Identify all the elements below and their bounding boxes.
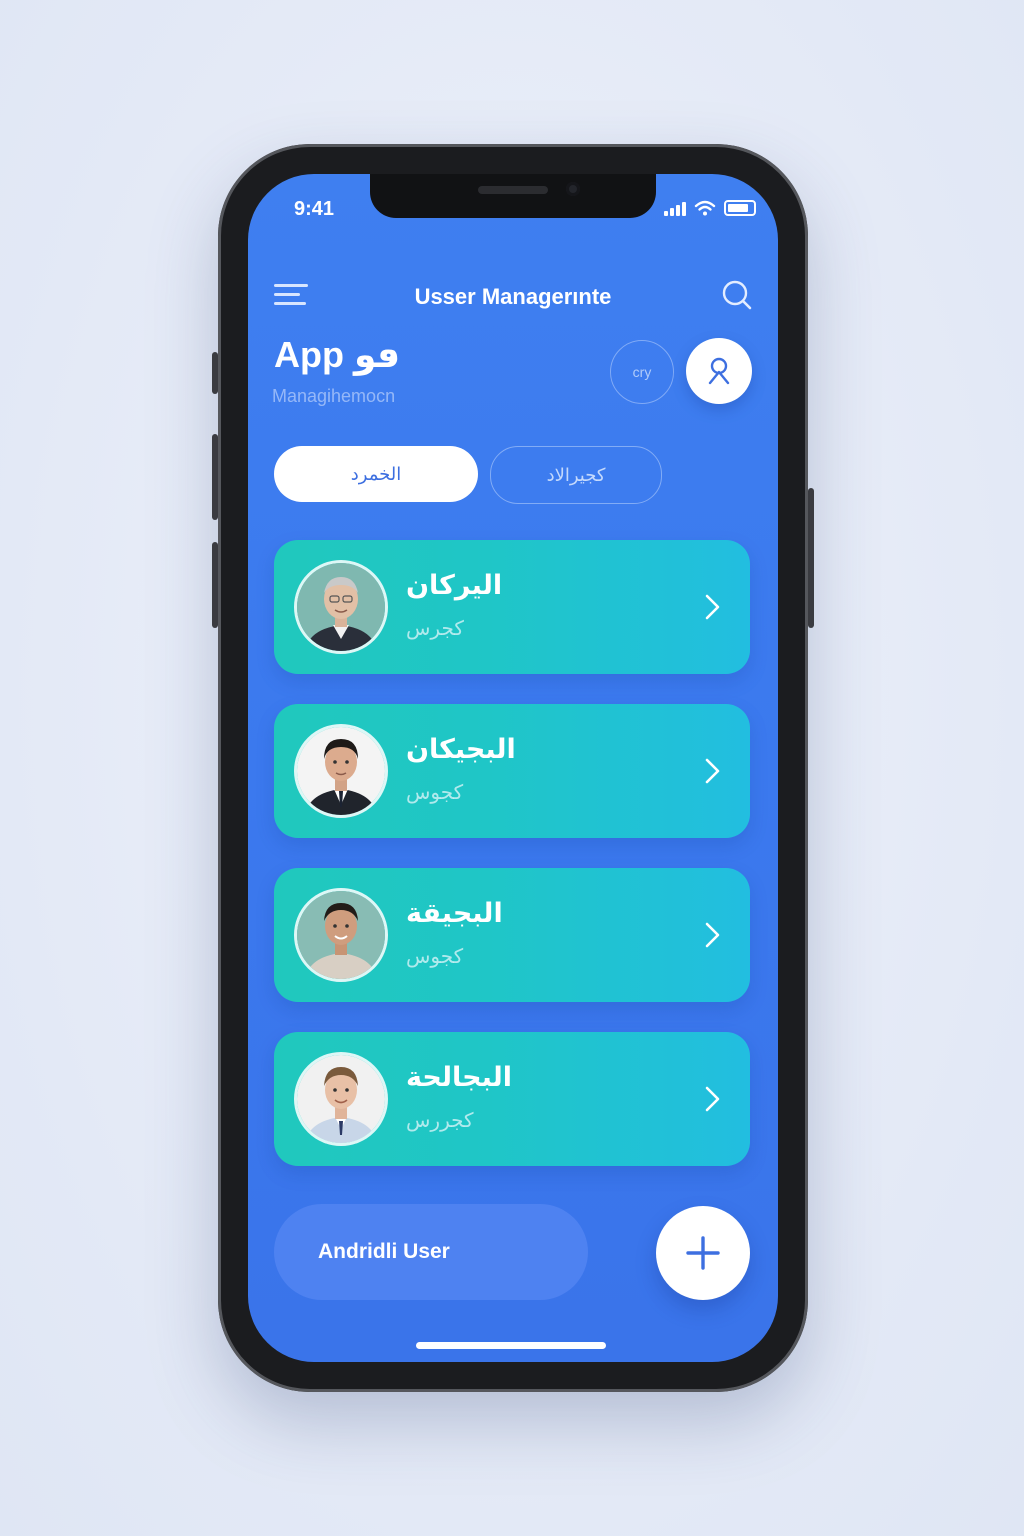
- user-role: كجررس: [406, 1110, 474, 1132]
- user-card[interactable]: البجالحة كجررس: [274, 1032, 750, 1166]
- add-user-button[interactable]: [656, 1206, 750, 1300]
- tab-secondary-label: كجيرالاد: [546, 464, 606, 485]
- phone-frame: 9:41 Usser Managerınte App ڡو Managihemo…: [212, 144, 814, 1392]
- app-title: App ڡو: [274, 334, 401, 375]
- phone-screen: 9:41 Usser Managerınte App ڡو Managihemo…: [248, 174, 778, 1362]
- top-nav: Usser Managerınte: [248, 270, 778, 320]
- wifi-icon: [694, 200, 716, 216]
- home-indicator[interactable]: [416, 1342, 606, 1349]
- speaker: [478, 186, 548, 194]
- cellular-signal-icon: [664, 202, 686, 216]
- tab-secondary[interactable]: كجيرالاد: [490, 446, 662, 504]
- secondary-action-label: cry: [632, 364, 652, 380]
- user-card[interactable]: البجيقة كجوس: [274, 868, 750, 1002]
- chevron-right-icon: [705, 594, 720, 620]
- user-role: كجوس: [406, 782, 464, 804]
- avatar: [294, 1052, 388, 1146]
- avatar: [294, 560, 388, 654]
- user-profile-icon: [708, 357, 730, 385]
- avatar: [294, 888, 388, 982]
- tab-primary-label: الخمرد: [350, 463, 402, 484]
- user-role: كجرس: [406, 618, 464, 640]
- add-user-label: Andridli User: [318, 1240, 450, 1263]
- plus-icon: [686, 1236, 720, 1270]
- volume-up-button: [212, 434, 218, 520]
- notch: [370, 174, 656, 218]
- background: 9:41 Usser Managerınte App ڡو Managihemo…: [0, 0, 1024, 1536]
- power-button: [808, 488, 814, 628]
- front-camera: [566, 182, 580, 196]
- status-icons: [664, 200, 756, 216]
- profile-button[interactable]: [686, 338, 752, 404]
- chevron-right-icon: [705, 1086, 720, 1112]
- user-name: البجالحة: [406, 1062, 512, 1092]
- user-name: البجيقة: [406, 898, 503, 928]
- user-card[interactable]: البجيكان كجوس: [274, 704, 750, 838]
- add-user-bar[interactable]: Andridli User: [274, 1204, 588, 1300]
- user-role: كجوس: [406, 946, 464, 968]
- volume-down-button: [212, 542, 218, 628]
- page-title: Usser Managerınte: [414, 284, 612, 309]
- status-time: 9:41: [294, 198, 335, 220]
- secondary-action-button[interactable]: cry: [610, 340, 674, 404]
- battery-icon: [724, 200, 756, 216]
- chevron-right-icon: [705, 758, 720, 784]
- user-name: اليركان: [406, 570, 503, 600]
- app-subtitle: Managihemocn: [272, 386, 396, 406]
- chevron-right-icon: [705, 922, 720, 948]
- mute-switch: [212, 352, 218, 394]
- avatar: [294, 724, 388, 818]
- search-icon[interactable]: [720, 278, 754, 312]
- user-card[interactable]: اليركان كجرس: [274, 540, 750, 674]
- user-name: البجيكان: [406, 734, 516, 764]
- tab-primary[interactable]: الخمرد: [274, 446, 478, 502]
